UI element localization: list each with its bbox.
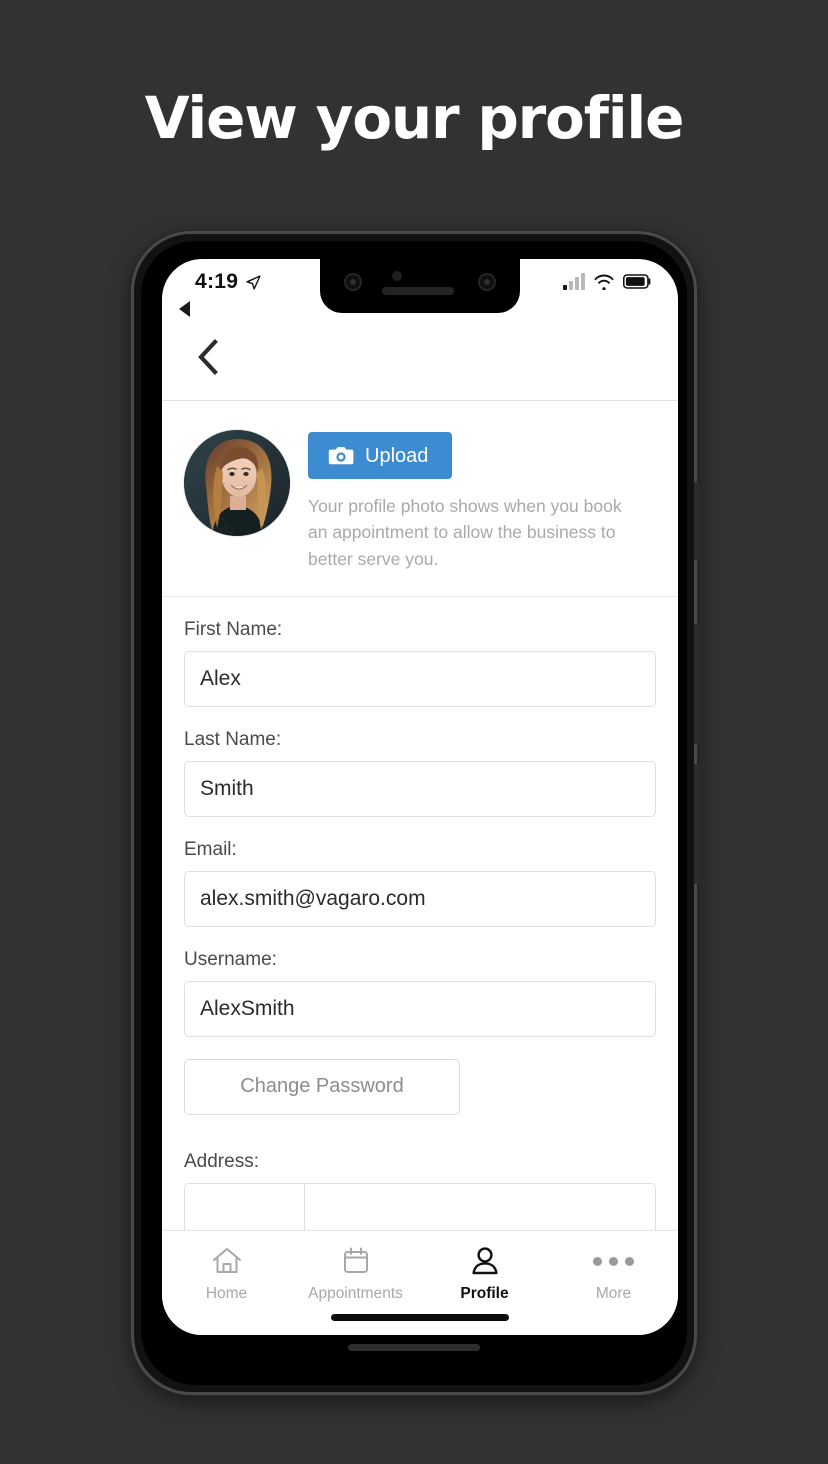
device-notch xyxy=(320,259,520,313)
sensor-dot-icon xyxy=(392,271,402,281)
chevron-left-icon xyxy=(198,339,218,375)
home-icon xyxy=(212,1248,241,1273)
last-name-label: Last Name: xyxy=(184,728,282,750)
wifi-icon xyxy=(594,274,614,290)
tab-more-label: More xyxy=(595,1285,632,1302)
change-password-button[interactable]: Change Password xyxy=(184,1058,460,1115)
last-name-input[interactable] xyxy=(184,760,656,817)
tab-profile-label: Profile xyxy=(460,1285,509,1302)
status-time-group: 4:19 xyxy=(195,270,262,294)
back-triangle-icon[interactable] xyxy=(179,301,190,317)
screenshot-root: View your profile 4:19 Upload Your profi… xyxy=(0,0,828,1464)
camera-icon xyxy=(328,447,354,465)
tab-home-label: Home xyxy=(205,1285,248,1302)
upload-button[interactable]: Upload xyxy=(308,432,453,479)
page-title: View your profile xyxy=(144,84,685,152)
address-prefix-select[interactable] xyxy=(185,1183,305,1230)
profile-photo-image xyxy=(184,430,290,536)
field-address: Address: xyxy=(184,1151,656,1230)
tab-home[interactable]: Home xyxy=(162,1231,291,1335)
email-input[interactable] xyxy=(184,870,656,927)
battery-icon xyxy=(623,274,651,289)
field-last-name: Last Name: xyxy=(184,729,656,817)
phone-screen: 4:19 Upload Your profile photo shows whe… xyxy=(162,259,678,1335)
field-username: Username: xyxy=(184,949,656,1037)
address-input[interactable] xyxy=(305,1183,655,1230)
first-name-label: First Name: xyxy=(184,618,283,640)
volume-up-button[interactable] xyxy=(694,624,700,744)
tab-more[interactable]: More xyxy=(549,1231,678,1335)
address-input-group[interactable] xyxy=(184,1182,656,1230)
front-camera-lens-left-icon xyxy=(344,273,362,291)
tab-appointments-label: Appointments xyxy=(308,1285,403,1302)
upload-button-label: Upload xyxy=(365,444,429,467)
upload-help-text: Your profile photo shows when you book a… xyxy=(308,496,622,569)
status-indicators xyxy=(563,273,652,290)
location-arrow-icon xyxy=(246,274,261,290)
email-label: Email: xyxy=(184,838,237,860)
power-button[interactable] xyxy=(694,482,700,560)
ellipsis-icon xyxy=(593,1244,634,1278)
home-indicator[interactable] xyxy=(331,1314,509,1321)
username-input[interactable] xyxy=(184,980,656,1037)
phone-device-frame: 4:19 Upload Your profile photo shows whe… xyxy=(131,231,700,1395)
address-label: Address: xyxy=(184,1150,259,1172)
volume-down-button[interactable] xyxy=(694,764,700,884)
bottom-speaker-bar xyxy=(348,1344,480,1351)
profile-content: Upload Your profile photo shows when you… xyxy=(162,402,678,1230)
phone-bezel: 4:19 Upload Your profile photo shows whe… xyxy=(141,241,687,1385)
profile-form: First Name: Last Name: Email: Us xyxy=(162,597,678,1230)
cellular-signal-icon xyxy=(563,273,585,290)
person-icon xyxy=(471,1247,498,1275)
navigation-bar xyxy=(162,313,678,401)
status-time-text: 4:19 xyxy=(195,270,239,293)
photo-section: Upload Your profile photo shows when you… xyxy=(162,402,678,597)
username-label: Username: xyxy=(184,948,277,970)
earpiece-speaker-icon xyxy=(382,287,454,295)
front-camera-lens-right-icon xyxy=(478,273,496,291)
calendar-icon xyxy=(343,1247,368,1273)
avatar[interactable] xyxy=(184,430,290,536)
field-first-name: First Name: xyxy=(184,619,656,707)
field-email: Email: xyxy=(184,839,656,927)
first-name-input[interactable] xyxy=(184,650,656,707)
back-button[interactable] xyxy=(186,335,230,379)
photo-details: Upload Your profile photo shows when you… xyxy=(308,430,656,572)
